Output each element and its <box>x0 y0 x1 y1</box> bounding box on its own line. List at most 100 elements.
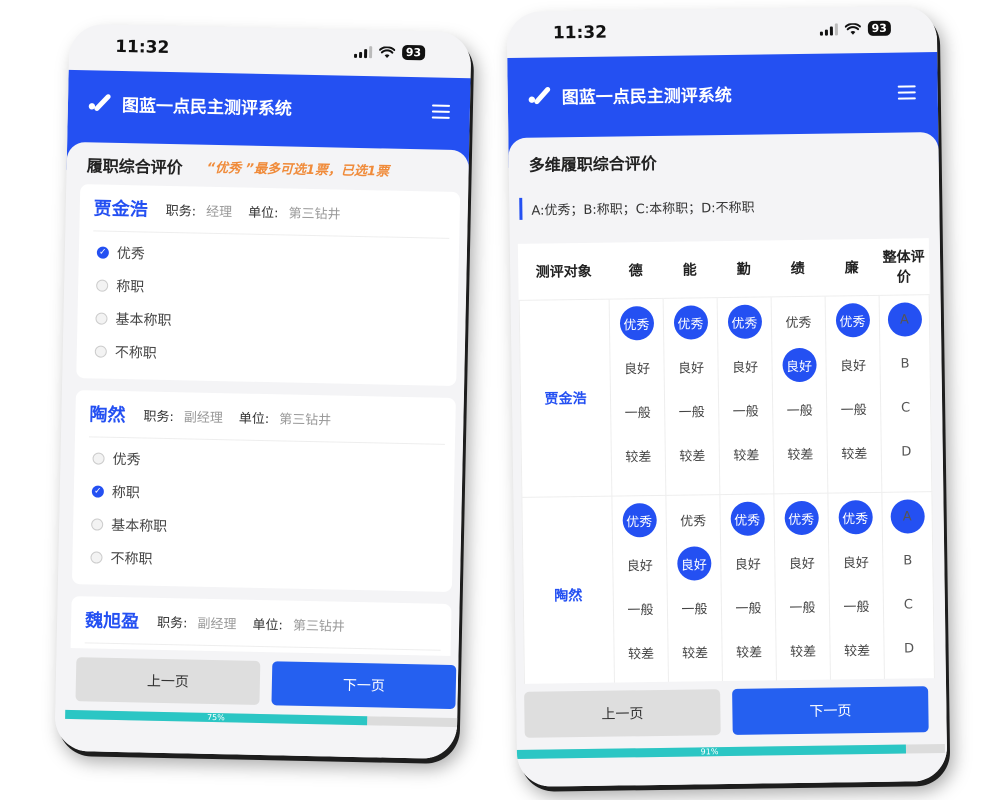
overall-grade-option[interactable]: C <box>891 587 925 621</box>
progress-bar: 91% <box>512 743 945 760</box>
grade-option[interactable]: 良好 <box>731 545 765 579</box>
option-label: 不称职 <box>110 550 153 568</box>
grade-legend: A:优秀；B:称职；C:本称职；D:不称职 <box>531 200 755 219</box>
grade-option[interactable]: 良好 <box>620 350 654 384</box>
grade-option[interactable]: 较差 <box>729 437 763 471</box>
radio-checked-icon[interactable]: ✓ <box>91 485 104 498</box>
overall-grade-option[interactable]: D <box>889 434 923 468</box>
grade-option[interactable]: 较差 <box>621 438 655 472</box>
dimension-cell: 优秀 良好 一般 较差 <box>717 296 774 495</box>
radio-icon[interactable] <box>96 279 109 292</box>
next-page-button[interactable]: 下一页 <box>271 661 457 710</box>
radio-icon[interactable] <box>91 518 104 531</box>
grade-option[interactable]: 较差 <box>624 635 658 669</box>
column-header: 德 <box>608 241 664 300</box>
option-basic-competent[interactable]: 基本称职 <box>95 308 172 330</box>
grade-option[interactable]: 良好 <box>728 349 762 383</box>
option-incompetent[interactable]: 不称职 <box>90 547 153 568</box>
dimension-cell: 优秀 良好 一般 较差 <box>771 296 828 494</box>
unit-label: 单位: <box>247 205 279 221</box>
grade-option[interactable]: 一般 <box>839 588 873 622</box>
grade-option[interactable]: 一般 <box>623 591 657 625</box>
radio-icon[interactable] <box>94 345 107 358</box>
grade-option[interactable]: 较差 <box>732 633 766 667</box>
grade-option[interactable]: 优秀 <box>781 304 815 338</box>
person-card: 贾金浩 职务: 经理 单位: 第三钻井 ✓ 优秀 称职 基本称职 不称职 <box>76 184 461 387</box>
footer-bar: 上一页 下一页 75% <box>54 647 468 760</box>
grade-option[interactable]: 较差 <box>783 436 817 470</box>
overall-grade-option[interactable]: B <box>891 543 925 577</box>
grade-option[interactable]: 良好 <box>674 349 708 383</box>
grade-option[interactable]: 优秀 <box>837 499 873 535</box>
option-competent[interactable]: 称职 <box>96 275 144 296</box>
evaluatee-name: 陶然 <box>521 496 615 695</box>
overall-grade-option[interactable]: A <box>887 302 922 337</box>
grade-option[interactable]: 优秀 <box>729 501 765 536</box>
grade-option[interactable]: 较差 <box>837 435 871 469</box>
person-name: 贾金浩 <box>93 198 148 221</box>
grade-option[interactable]: 一般 <box>836 391 870 425</box>
option-label: 优秀 <box>116 245 146 263</box>
dimension-cell: 优秀 良好 一般 较差 <box>665 494 723 693</box>
overall-grade-option[interactable]: D <box>892 631 926 665</box>
prev-page-button[interactable]: 上一页 <box>75 657 261 705</box>
grade-option[interactable]: 较差 <box>840 632 874 666</box>
grade-option[interactable]: 优秀 <box>727 304 762 339</box>
grade-option[interactable]: 良好 <box>676 546 712 581</box>
option-excellent[interactable]: 优秀 <box>92 448 141 469</box>
overall-grade-option[interactable]: C <box>888 390 922 424</box>
dimension-cell: 优秀 良好 一般 较差 <box>719 493 777 692</box>
option-label: 称职 <box>111 484 141 502</box>
next-page-button[interactable]: 下一页 <box>732 686 929 735</box>
progress-text: 75% <box>206 712 225 723</box>
overall-grade-option[interactable]: A <box>889 499 925 534</box>
grade-option[interactable]: 一般 <box>731 589 765 623</box>
logo-check-icon <box>528 86 551 104</box>
grade-option[interactable]: 良好 <box>785 545 819 579</box>
unit-value: 第三钻井 <box>292 618 346 635</box>
grade-option[interactable]: 优秀 <box>783 500 819 536</box>
grade-option[interactable]: 一般 <box>782 392 816 426</box>
grade-option[interactable]: 良好 <box>836 347 870 381</box>
option-excellent[interactable]: ✓ 优秀 <box>96 242 146 263</box>
grade-option[interactable]: 一般 <box>728 393 762 427</box>
radio-checked-icon[interactable]: ✓ <box>96 246 109 259</box>
unit-label: 单位: <box>238 411 270 427</box>
grade-option[interactable]: 良好 <box>623 547 657 581</box>
phone-screen-right: 11:32 93 图蓝一点民主测评系统 多维履职综合评价 A:优秀；B:称职；C… <box>506 6 948 787</box>
prev-page-button[interactable]: 上一页 <box>524 689 721 738</box>
radio-icon[interactable] <box>92 452 105 465</box>
wifi-icon <box>378 45 395 58</box>
radio-icon[interactable] <box>90 551 103 564</box>
grade-option[interactable]: 一般 <box>620 394 654 428</box>
option-competent[interactable]: ✓ 称职 <box>91 481 141 502</box>
dimension-cell: 优秀 良好 一般 较差 <box>609 298 666 497</box>
option-incompetent[interactable]: 不称职 <box>94 341 157 362</box>
grade-option[interactable]: 优秀 <box>676 502 710 536</box>
grade-option[interactable]: 优秀 <box>673 305 708 340</box>
menu-icon[interactable] <box>431 104 451 119</box>
status-time: 11:32 <box>114 36 170 58</box>
menu-icon[interactable] <box>897 85 916 100</box>
grade-option[interactable]: 一般 <box>785 589 819 623</box>
grade-option[interactable]: 较差 <box>675 437 709 471</box>
grade-option[interactable]: 较差 <box>786 633 820 667</box>
dimension-cell: 优秀 良好 一般 较差 <box>827 492 885 691</box>
option-basic-competent[interactable]: 基本称职 <box>91 514 167 536</box>
grade-option[interactable]: 一般 <box>677 590 711 624</box>
radio-icon[interactable] <box>95 312 108 325</box>
grade-option[interactable]: 一般 <box>674 393 708 427</box>
section-title: 履职综合评价 <box>86 156 183 178</box>
vote-limit-notice: “优秀 ”最多可选1票，已选1票 <box>206 160 390 180</box>
overall-grade-option[interactable]: B <box>888 346 922 380</box>
grade-option[interactable]: 优秀 <box>619 306 654 341</box>
grade-option[interactable]: 良好 <box>839 544 873 578</box>
grade-option[interactable]: 优秀 <box>835 303 870 338</box>
app-title: 图蓝一点民主测评系统 <box>561 85 732 109</box>
grade-option[interactable]: 优秀 <box>621 503 657 538</box>
progress-bar: 75% <box>65 709 468 728</box>
option-label: 称职 <box>115 278 145 296</box>
grade-option[interactable]: 良好 <box>781 347 817 383</box>
grade-option[interactable]: 较差 <box>678 634 712 668</box>
person-card: 陶然 职务: 副经理 单位: 第三钻井 优秀 ✓ 称职 基本称职 不称职 <box>71 390 456 592</box>
